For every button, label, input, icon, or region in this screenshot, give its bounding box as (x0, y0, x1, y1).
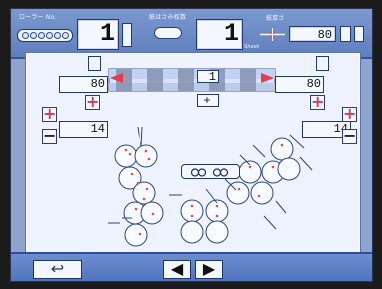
sheets-icon (154, 27, 182, 39)
center-top-value: 1 (197, 70, 219, 84)
left-plus-button[interactable]: + (42, 106, 57, 122)
right-step-plus-button[interactable]: + (310, 94, 325, 110)
footer-bar: ↩ ◀ ▶ (11, 252, 372, 281)
sheets-unit: Sheet (244, 44, 260, 50)
roller-dot-icon (29, 32, 37, 39)
back-button[interactable]: ↩ (33, 260, 82, 279)
speed-confirm-button[interactable] (354, 26, 364, 42)
speed-label: 紙厚さ (266, 15, 285, 22)
right-top-mode-button[interactable] (316, 56, 329, 71)
return-arrow-icon: ↩ (50, 260, 65, 278)
left-bottom-value-field[interactable]: 14 (59, 121, 108, 138)
right-plus-button[interactable]: + (342, 106, 357, 122)
left-step-plus-button[interactable]: + (85, 94, 100, 110)
roller-selector-pill[interactable] (17, 29, 73, 42)
roller-dot-icon (21, 32, 29, 39)
right-top-value-field[interactable]: 80 (275, 76, 324, 93)
left-top-mode-button[interactable] (88, 56, 101, 71)
speed-icon (260, 26, 285, 41)
center-plus-indicator: + (197, 94, 219, 107)
left-arrow-icon: ◀ (170, 260, 184, 278)
roller-dot-icon (53, 32, 61, 39)
left-bottom-unit: μ m (97, 138, 105, 143)
roller-dot-icon (37, 32, 45, 39)
right-arrow-icon: ▶ (202, 260, 216, 278)
roller-dot-icon (45, 32, 53, 39)
sheets-label: 紙はさみ枚数 (149, 14, 187, 21)
previous-button[interactable]: ◀ (163, 260, 191, 279)
sheets-count-display: 1 (196, 19, 243, 50)
main-panel: 80 80 14 14 1 + μ m μ m μ m μ m + − + − … (25, 52, 361, 254)
roller-number-display: 1 (77, 19, 119, 50)
speed-step-button[interactable] (340, 26, 351, 42)
left-top-value-field[interactable]: 80 (59, 76, 108, 93)
speed-display: 80 (289, 26, 336, 42)
roller-number-adjust-button[interactable] (122, 23, 132, 47)
roll-link-button[interactable] (181, 164, 240, 179)
roller-number-label: ローラー No. (19, 14, 57, 21)
roller-dot-icon (61, 32, 69, 39)
left-minus-button[interactable]: − (42, 128, 57, 144)
next-button[interactable]: ▶ (195, 260, 223, 279)
machine-control-screen: ローラー No. 1 紙はさみ枚数 1 Sheet 紙厚さ 80 80 80 1… (10, 8, 373, 282)
right-minus-button[interactable]: − (342, 128, 357, 144)
